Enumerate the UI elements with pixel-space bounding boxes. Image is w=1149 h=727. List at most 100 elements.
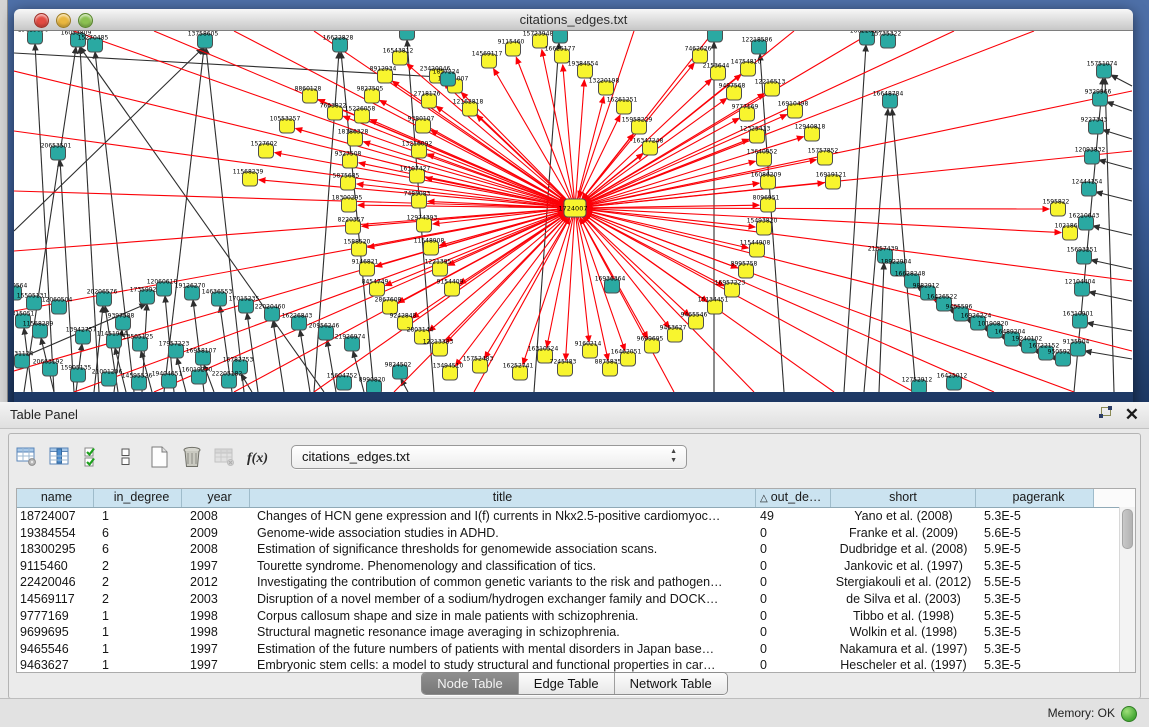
cell-title[interactable]: Tourette syndrome. Phenomenology and cla… bbox=[250, 558, 756, 575]
column-header-pagerank[interactable]: pagerank bbox=[976, 489, 1094, 507]
cell-short[interactable]: Nakamura et al. (1997) bbox=[831, 641, 976, 658]
select-columns-icon[interactable] bbox=[48, 444, 72, 470]
network-node[interactable]: 12213383 bbox=[423, 339, 454, 357]
citation-edge[interactable] bbox=[879, 263, 884, 392]
cell-in_degree[interactable]: 1 bbox=[94, 624, 182, 641]
network-node[interactable]: 8875835 bbox=[595, 359, 622, 377]
citation-edge[interactable] bbox=[1087, 323, 1132, 331]
table-row[interactable]: 969969511998Structural magnetic resonanc… bbox=[17, 624, 1135, 641]
cell-name[interactable]: 22420046 bbox=[17, 574, 94, 591]
column-header-title[interactable]: title bbox=[250, 489, 756, 507]
citation-edge[interactable] bbox=[1111, 75, 1132, 86]
network-node[interactable]: 12218586 bbox=[742, 37, 773, 55]
citation-edge-highlighted[interactable] bbox=[575, 208, 689, 316]
cell-out_degree[interactable]: 0 bbox=[756, 591, 831, 608]
column-header-in_degree[interactable]: in_degree bbox=[94, 489, 182, 507]
cell-pagerank[interactable]: 5.3E-5 bbox=[976, 608, 1094, 625]
citation-edge-highlighted[interactable] bbox=[575, 208, 1049, 209]
cell-year[interactable]: 2012 bbox=[182, 574, 250, 591]
network-node[interactable]: 13494510 bbox=[433, 363, 464, 381]
cell-out_degree[interactable]: 0 bbox=[756, 558, 831, 575]
cell-name[interactable]: 14569117 bbox=[17, 591, 94, 608]
network-node[interactable]: 13220198 bbox=[589, 78, 620, 96]
citation-edge-highlighted[interactable] bbox=[455, 208, 575, 366]
network-node[interactable]: 16648784 bbox=[873, 91, 904, 109]
collapsed-panel-strip[interactable] bbox=[0, 0, 8, 402]
network-node[interactable]: 14754810 bbox=[731, 59, 762, 77]
cell-short[interactable]: de Silva et al. (2003) bbox=[831, 591, 976, 608]
network-node[interactable]: 19013806 bbox=[18, 31, 49, 44]
network-node[interactable]: 16252741 bbox=[503, 363, 534, 381]
network-node[interactable]: 14569117 bbox=[472, 51, 503, 69]
citation-edge[interactable] bbox=[14, 48, 203, 231]
delete-attribute-icon[interactable] bbox=[180, 444, 204, 470]
cell-short[interactable]: Stergiakouli et al. (2012) bbox=[831, 574, 976, 591]
citation-edge-highlighted[interactable] bbox=[14, 209, 564, 251]
cell-short[interactable]: Dudbridge et al. (2008) bbox=[831, 541, 976, 558]
cell-year[interactable]: 2008 bbox=[182, 541, 250, 558]
network-node[interactable]: 9331124 bbox=[14, 351, 34, 369]
cell-out_degree[interactable]: 0 bbox=[756, 541, 831, 558]
network-node[interactable]: 8912934 bbox=[370, 66, 397, 84]
citation-edge[interactable] bbox=[1093, 226, 1132, 235]
network-node[interactable]: 16347248 bbox=[633, 138, 664, 156]
network-node[interactable]: 2153644 bbox=[703, 63, 730, 81]
select-rows-icon[interactable] bbox=[81, 444, 105, 470]
tab-network-table[interactable]: Network Table bbox=[614, 673, 727, 694]
cell-title[interactable]: Estimation of significance thresholds fo… bbox=[250, 541, 756, 558]
network-node[interactable]: 9827505 bbox=[357, 86, 384, 104]
citation-edge-highlighted[interactable] bbox=[516, 57, 575, 208]
network-node[interactable]: 9380107 bbox=[408, 116, 435, 134]
network-node[interactable]: 9824502 bbox=[385, 362, 412, 380]
network-node[interactable]: 16958107 bbox=[186, 348, 217, 366]
cell-name[interactable]: 9465546 bbox=[17, 641, 94, 658]
cell-year[interactable]: 2008 bbox=[182, 508, 250, 525]
cell-name[interactable]: 19384554 bbox=[17, 525, 94, 542]
close-button[interactable] bbox=[34, 13, 49, 28]
network-node[interactable]: 12216513 bbox=[755, 79, 786, 97]
cell-title[interactable]: Corpus callosum shape and size in male p… bbox=[250, 608, 756, 625]
cell-short[interactable]: Franke et al. (2009) bbox=[831, 525, 976, 542]
network-node[interactable]: 9397588 bbox=[108, 313, 135, 331]
network-node[interactable]: 11548908 bbox=[414, 238, 445, 256]
cell-short[interactable]: Tibbo et al. (1998) bbox=[831, 608, 976, 625]
network-node[interactable]: 16310901 bbox=[1063, 311, 1094, 329]
network-node[interactable]: 20653501 bbox=[41, 143, 72, 161]
citation-edge-highlighted[interactable] bbox=[563, 65, 575, 208]
delete-table-disabled-icon[interactable] bbox=[213, 444, 237, 470]
citation-edge-highlighted[interactable] bbox=[585, 212, 1074, 392]
function-builder-icon[interactable]: f(x) bbox=[246, 444, 270, 470]
cell-title[interactable]: Genome-wide association studies in ADHD. bbox=[250, 525, 756, 542]
citation-edge[interactable] bbox=[24, 47, 76, 392]
cell-in_degree[interactable]: 1 bbox=[94, 608, 182, 625]
network-node[interactable]: 19384554 bbox=[568, 61, 599, 79]
citation-edge-highlighted[interactable] bbox=[429, 208, 575, 331]
cell-pagerank[interactable]: 5.9E-5 bbox=[976, 541, 1094, 558]
close-icon[interactable]: ✕ bbox=[1125, 402, 1139, 428]
network-node[interactable]: 1595822 bbox=[1043, 199, 1070, 217]
network-node[interactable]: 21926974 bbox=[335, 334, 366, 352]
network-node[interactable]: 8813054 bbox=[700, 31, 727, 42]
network-node[interactable]: 16261251 bbox=[607, 97, 638, 115]
network-node[interactable]: 8990820 bbox=[359, 377, 386, 393]
network-node[interactable]: 7245483 bbox=[550, 359, 577, 377]
network-node[interactable]: 9327508 bbox=[335, 151, 362, 169]
network-node[interactable]: 9463627 bbox=[660, 325, 687, 343]
network-node[interactable]: 16086209 bbox=[751, 172, 782, 190]
cell-in_degree[interactable]: 1 bbox=[94, 508, 182, 525]
network-node[interactable]: 8860128 bbox=[295, 86, 322, 104]
cell-title[interactable]: Disruption of a novel member of a sodium… bbox=[250, 591, 756, 608]
cell-in_degree[interactable]: 2 bbox=[94, 558, 182, 575]
cell-short[interactable]: Jankovic et al. (1997) bbox=[831, 558, 976, 575]
column-header-short[interactable]: short bbox=[831, 489, 976, 507]
cell-in_degree[interactable]: 2 bbox=[94, 591, 182, 608]
network-node[interactable]: 12093832 bbox=[1075, 147, 1106, 165]
cell-title[interactable]: Changes of HCN gene expression and I(f) … bbox=[250, 508, 756, 525]
cell-name[interactable]: 18724007 bbox=[17, 508, 94, 525]
citation-edge-highlighted[interactable] bbox=[575, 208, 608, 360]
network-node[interactable]: 18186328 bbox=[338, 129, 369, 147]
network-node[interactable]: 8096951 bbox=[753, 195, 780, 213]
network-node[interactable]: 15958229 bbox=[622, 117, 653, 135]
network-node[interactable]: 12974393 bbox=[407, 215, 438, 233]
network-node[interactable]: 7663822 bbox=[320, 103, 347, 121]
